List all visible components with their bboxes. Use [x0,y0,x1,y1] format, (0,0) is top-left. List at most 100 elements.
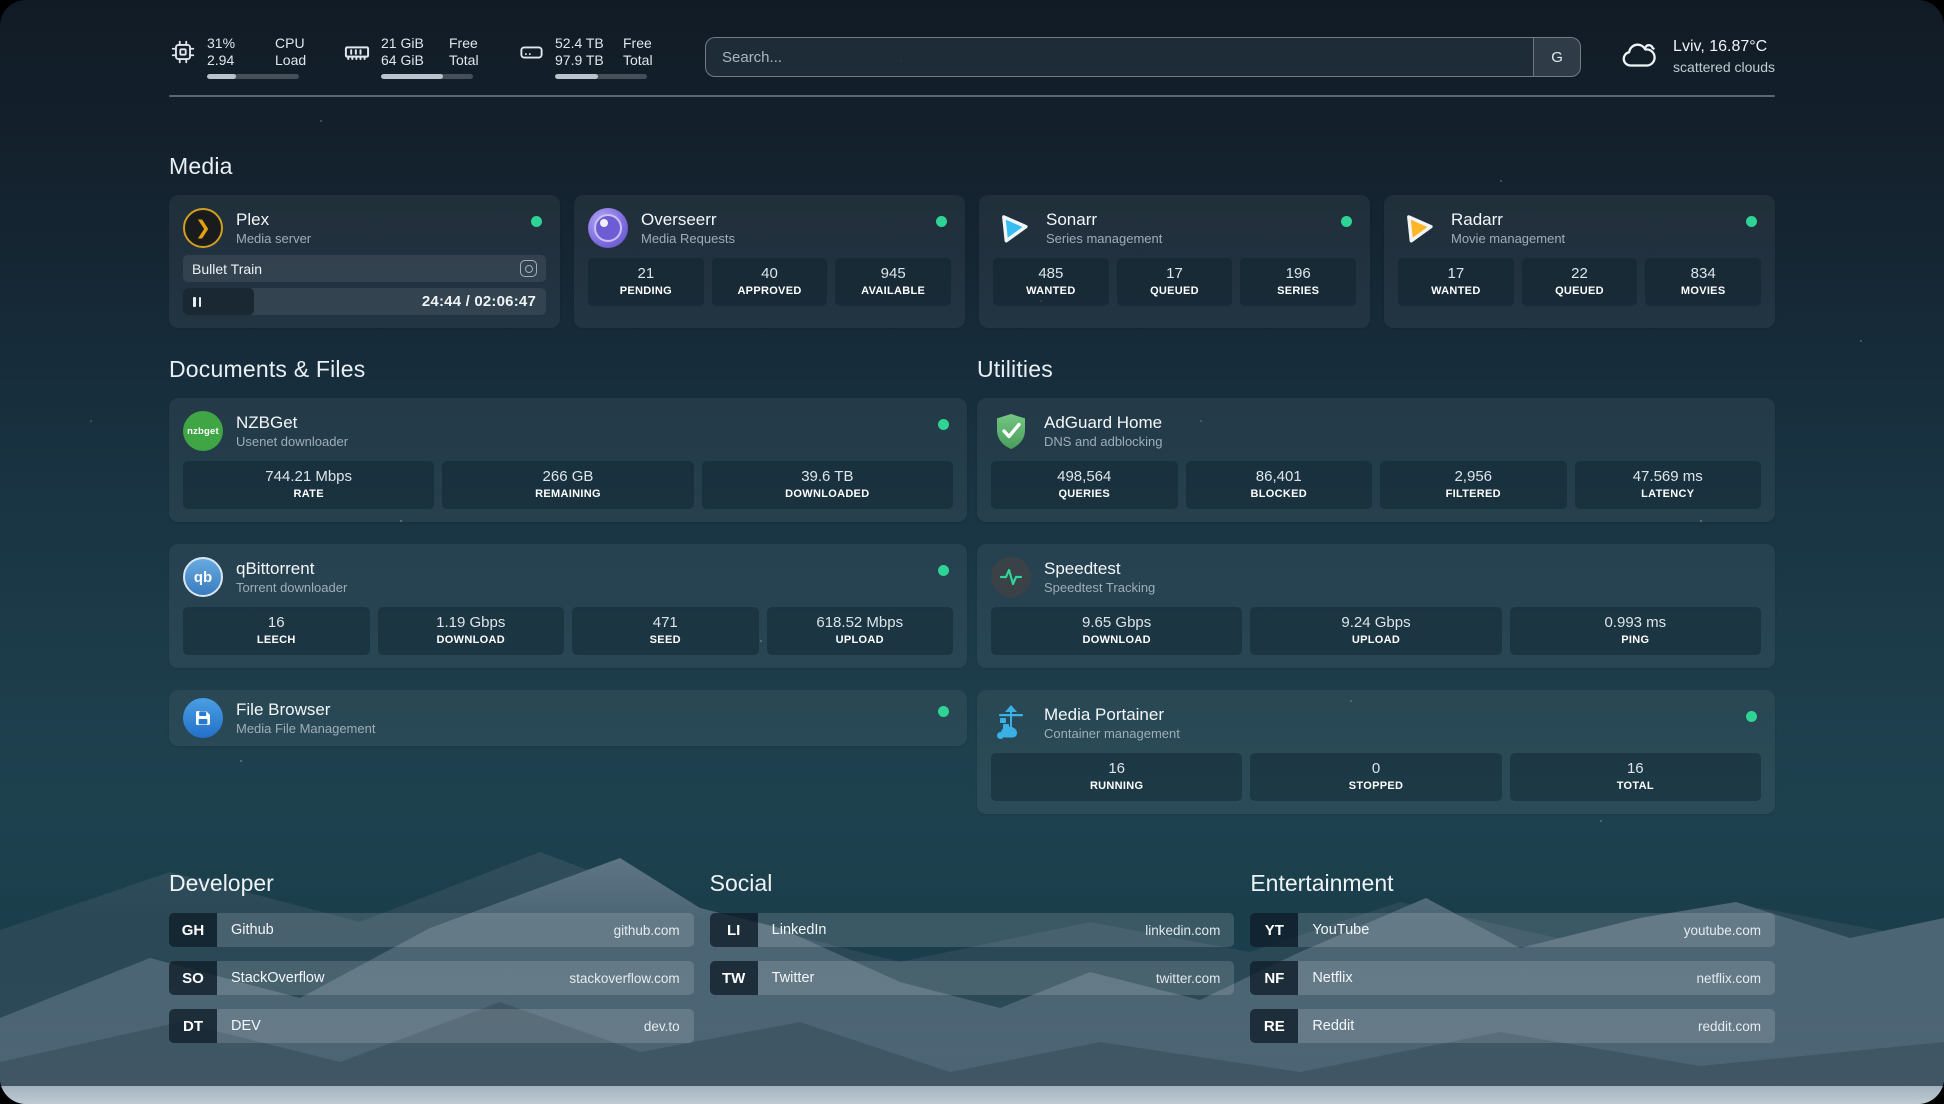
bookmark-twitter[interactable]: TW Twitter twitter.com [710,961,1235,995]
qbittorrent-icon: qb [183,557,223,597]
service-link-plex[interactable]: ❯ Plex Media server [183,208,546,248]
service-title: NZBGet [236,412,348,433]
section-title-entertainment: Entertainment [1250,870,1775,897]
stat-blocked: 86,401BLOCKED [1186,461,1373,509]
status-dot [938,565,949,576]
bookmark-reddit[interactable]: RE Reddit reddit.com [1250,1009,1775,1043]
status-dot [1746,216,1757,227]
disk-total-label: Total [623,52,663,69]
service-link-portainer[interactable]: Media Portainer Container management [991,703,1761,743]
status-dot [1746,711,1757,722]
service-link-radarr[interactable]: Radarr Movie management [1398,208,1761,248]
bookmark-netflix[interactable]: NF Netflix netflix.com [1250,961,1775,995]
disk-free-label: Free [623,35,663,52]
bookmark-name: DEV [231,1018,261,1034]
service-title: Media Portainer [1044,704,1180,725]
now-playing-title: Bullet Train [192,261,262,277]
bookmark-abbr: NF [1250,961,1298,995]
pause-icon[interactable] [193,297,201,307]
card-speedtest: Speedtest Speedtest Tracking 9.65 GbpsDO… [977,544,1775,668]
bookmark-name: Netflix [1312,970,1352,986]
card-filebrowser: File Browser Media File Management [169,690,967,746]
stat-upload: 618.52 MbpsUPLOAD [767,607,954,655]
adguard-icon [991,411,1031,451]
service-link-adguard[interactable]: AdGuard Home DNS and adblocking [991,411,1761,451]
service-link-qbittorrent[interactable]: qb qBittorrent Torrent downloader [183,557,953,597]
bookmark-group-developer: Developer GH Github github.com SO StackO… [169,870,694,1043]
disk-total-value: 97.9 TB [555,52,607,69]
playback-time: 24:44 / 02:06:47 [422,288,536,315]
search-provider-button[interactable]: G [1533,38,1580,76]
stat-movies: 834MOVIES [1645,258,1761,306]
service-description: Media Requests [641,230,735,247]
disk-resource-widget: 52.4 TB 97.9 TB Free Total [517,35,663,79]
service-description: Container management [1044,725,1180,742]
section-title-media: Media [169,153,1775,180]
dashboard-screen: 31% 2.94 CPU Load [0,0,1944,1104]
weather-widget: Lviv, 16.87°C scattered clouds [1619,37,1775,78]
session-view-icon[interactable] [520,260,537,277]
search-input[interactable] [706,38,1533,76]
stat-running: 16RUNNING [991,753,1242,801]
stat-download: 9.65 GbpsDOWNLOAD [991,607,1242,655]
bookmark-name: YouTube [1312,922,1369,938]
service-description: Media server [236,230,311,247]
service-title: Radarr [1451,209,1565,230]
status-dot [531,216,542,227]
bookmark-url: linkedin.com [1145,923,1220,938]
service-link-speedtest[interactable]: Speedtest Speedtest Tracking [991,557,1761,597]
card-sonarr: Sonarr Series management 485WANTED 17QUE… [979,195,1370,328]
memory-free-value: 21 GiB [381,35,433,52]
service-description: Media File Management [236,720,375,737]
card-qbittorrent: qb qBittorrent Torrent downloader 16LEEC… [169,544,967,668]
service-title: Speedtest [1044,558,1155,579]
bookmark-stackoverflow[interactable]: SO StackOverflow stackoverflow.com [169,961,694,995]
bookmark-name: Twitter [772,970,815,986]
status-dot [1341,216,1352,227]
bookmark-abbr: RE [1250,1009,1298,1043]
bookmark-github[interactable]: GH Github github.com [169,913,694,947]
stat-queries: 498,564QUERIES [991,461,1178,509]
section-title-social: Social [710,870,1235,897]
bookmark-abbr: SO [169,961,217,995]
service-title: Plex [236,209,311,230]
service-link-filebrowser[interactable]: File Browser Media File Management [183,698,953,738]
memory-free-label: Free [449,35,489,52]
service-link-sonarr[interactable]: Sonarr Series management [993,208,1356,248]
memory-total-value: 64 GiB [381,52,433,69]
bookmark-linkedin[interactable]: LI LinkedIn linkedin.com [710,913,1235,947]
playback-progress-fill [183,288,254,315]
stat-wanted: 485WANTED [993,258,1109,306]
service-link-overseerr[interactable]: Overseerr Media Requests [588,208,951,248]
sonarr-icon [993,208,1033,248]
bookmark-url: github.com [614,923,680,938]
memory-icon [343,38,371,66]
search-bar[interactable]: G [705,37,1581,77]
bookmark-abbr: TW [710,961,758,995]
now-playing-row: Bullet Train [183,255,546,282]
service-title: Overseerr [641,209,735,230]
top-bar: 31% 2.94 CPU Load [169,28,1775,86]
status-dot [938,419,949,430]
cpu-icon [169,38,197,66]
stat-downloaded: 39.6 TBDOWNLOADED [702,461,953,509]
topbar-divider [169,95,1775,97]
nzbget-icon: nzbget [183,411,223,451]
service-link-nzbget[interactable]: nzbget NZBGet Usenet downloader [183,411,953,451]
service-title: qBittorrent [236,558,347,579]
overseerr-icon [588,208,628,248]
bookmark-youtube[interactable]: YT YouTube youtube.com [1250,913,1775,947]
plex-icon: ❯ [183,208,223,248]
weather-location-temp: Lviv, 16.87°C [1673,37,1775,57]
stat-latency: 47.569 msLATENCY [1575,461,1762,509]
cpu-load-value: 2.94 [207,52,259,69]
card-adguard: AdGuard Home DNS and adblocking 498,564Q… [977,398,1775,522]
cpu-usage-bar [207,74,299,79]
service-description: Movie management [1451,230,1565,247]
memory-total-label: Total [449,52,489,69]
stat-download: 1.19 GbpsDOWNLOAD [378,607,565,655]
bookmark-dev[interactable]: DT DEV dev.to [169,1009,694,1043]
bookmark-abbr: GH [169,913,217,947]
bookmark-url: youtube.com [1684,923,1761,938]
bookmark-abbr: LI [710,913,758,947]
